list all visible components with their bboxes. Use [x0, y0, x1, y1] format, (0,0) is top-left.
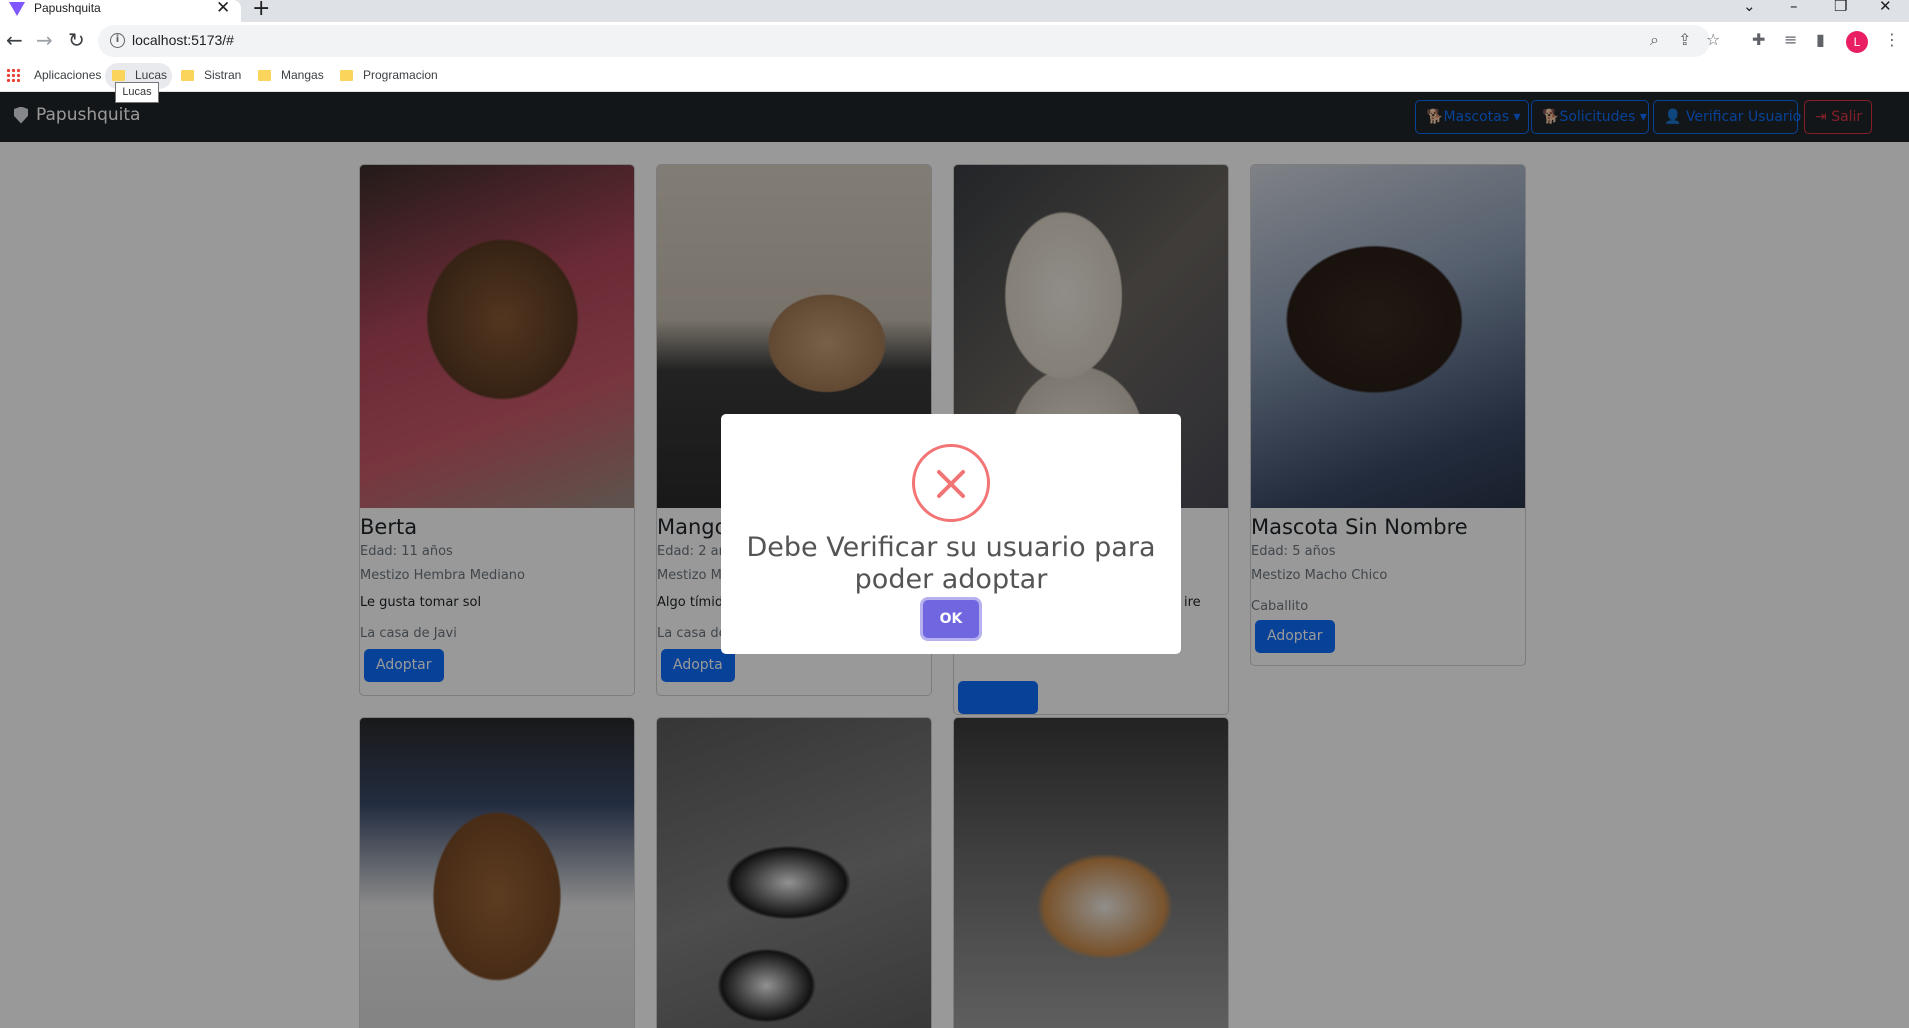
new-tab-button[interactable]: +: [252, 0, 270, 21]
zoom-icon[interactable]: ⌕: [1650, 30, 1659, 50]
bookmark-label: Aplicaciones: [34, 68, 102, 82]
bookmarks-bar: Aplicaciones Lucas Sistran Mangas Progra…: [0, 60, 1909, 92]
bookmark-tooltip: Lucas: [115, 82, 159, 103]
bookmark-star-icon[interactable]: ☆: [1706, 30, 1720, 49]
url-text[interactable]: localhost:5173/#: [132, 32, 234, 48]
folder-icon: [340, 69, 353, 81]
bookmark-programacion[interactable]: Programacion: [340, 68, 438, 82]
menu-icon[interactable]: ⋮: [1884, 30, 1900, 49]
bookmark-sistran[interactable]: Sistran: [181, 68, 241, 82]
side-panel-icon[interactable]: ▮: [1816, 30, 1825, 49]
folder-icon: [112, 69, 125, 81]
media-queue-icon[interactable]: ≡: [1784, 30, 1797, 49]
browser-toolbar: ← → ↻ i localhost:5173/# ⌕ ⇪ ☆ ✚ ≡ ▮ L ⋮: [0, 22, 1909, 60]
browser-tab-bar: Papushquita ✕ + ⌄ – ❐ ✕: [0, 0, 1909, 22]
extensions-icon[interactable]: ✚: [1752, 30, 1765, 49]
address-bar[interactable]: i localhost:5173/# ⌕ ⇪ ☆: [98, 25, 1720, 57]
close-window-icon[interactable]: ✕: [1879, 0, 1892, 15]
back-icon[interactable]: ←: [6, 28, 23, 52]
apps-grid-icon: [6, 68, 20, 82]
bookmark-label: Sistran: [204, 68, 242, 82]
browser-tab[interactable]: Papushquita ✕: [0, 0, 241, 22]
bookmark-label: Lucas: [135, 68, 168, 82]
site-info-icon[interactable]: i: [110, 33, 125, 48]
vite-favicon-icon: [9, 2, 25, 16]
bookmark-lucas[interactable]: Lucas: [112, 68, 167, 82]
bookmark-label: Mangas: [281, 68, 324, 82]
share-icon[interactable]: ⇪: [1678, 30, 1691, 49]
alert-message: Debe Verificar su usuario para poder ado…: [746, 532, 1156, 595]
alert-modal: Debe Verificar su usuario para poder ado…: [721, 414, 1181, 654]
tab-search-icon[interactable]: ⌄: [1743, 0, 1756, 15]
tab-title: Papushquita: [34, 1, 101, 15]
forward-icon[interactable]: →: [36, 28, 53, 52]
ok-button[interactable]: OK: [923, 600, 979, 638]
app-viewport: Papushquita 🐕Mascotas ▾ 🐕Solicitudes ▾ 👤…: [0, 92, 1909, 1028]
bookmark-label: Programacion: [363, 68, 438, 82]
folder-icon: [181, 69, 194, 81]
folder-icon: [258, 69, 271, 81]
restore-icon[interactable]: ❐: [1834, 0, 1847, 15]
tab-close-icon[interactable]: ✕: [216, 0, 230, 18]
bookmark-mangas[interactable]: Mangas: [258, 68, 324, 82]
reload-icon[interactable]: ↻: [68, 28, 85, 52]
profile-avatar[interactable]: L: [1846, 31, 1868, 53]
minimize-icon[interactable]: –: [1790, 0, 1798, 15]
error-x-icon: [912, 444, 990, 522]
bookmark-apps[interactable]: Aplicaciones: [6, 68, 101, 82]
